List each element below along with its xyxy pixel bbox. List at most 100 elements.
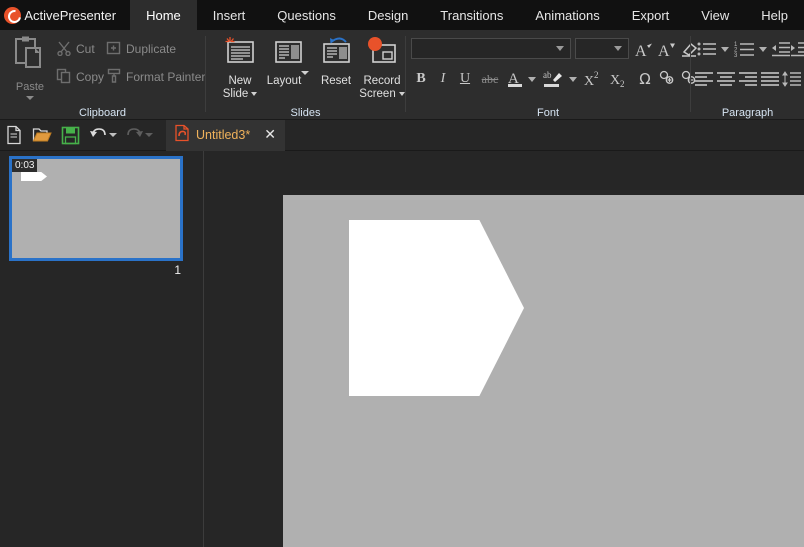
strikethrough-button[interactable]: abc: [477, 68, 503, 90]
slide-thumbnail-1[interactable]: 0:03: [9, 156, 183, 261]
bullet-list-dropdown[interactable]: [718, 38, 732, 60]
undo-button[interactable]: [84, 122, 112, 148]
document-tab-title: Untitled3*: [196, 128, 251, 142]
chevron-down-icon[interactable]: [26, 96, 34, 100]
new-document-button[interactable]: [0, 122, 28, 148]
svg-text:X: X: [610, 73, 620, 88]
open-project-button[interactable]: [28, 122, 56, 148]
save-project-button[interactable]: [56, 122, 84, 148]
ribbon: Paste Cut Duplicate Copy Format Painter …: [0, 30, 804, 120]
svg-text:A: A: [658, 43, 670, 58]
symbol-button[interactable]: Ω: [634, 68, 656, 90]
paste-label: Paste: [15, 81, 45, 93]
font-size-combo[interactable]: [575, 38, 629, 59]
clipboard-icon: [13, 36, 47, 79]
superscript-button[interactable]: X 2: [582, 68, 606, 90]
new-slide-icon: [223, 36, 257, 73]
redo-button: [120, 122, 148, 148]
align-right-button[interactable]: [737, 68, 759, 90]
close-icon[interactable]: ✕: [264, 128, 276, 142]
record-screen-button[interactable]: Record Screen: [358, 36, 406, 101]
tab-questions[interactable]: Questions: [261, 0, 352, 30]
record-screen-label-line1: Record: [363, 75, 401, 87]
ribbon-group-font: A A B I U abc A ab X 2 X 2 Ω Font: [406, 30, 698, 120]
svg-text:3: 3: [734, 53, 738, 58]
tab-insert[interactable]: Insert: [197, 0, 262, 30]
align-left-button[interactable]: [693, 68, 715, 90]
title-bar: ActivePresenter Home Insert Questions De…: [0, 0, 804, 30]
chevron-down-icon[interactable]: [251, 91, 258, 96]
editor-stage: [204, 151, 804, 547]
tab-animations-label: Animations: [535, 7, 600, 23]
justify-button[interactable]: [759, 68, 781, 90]
tab-view[interactable]: View: [685, 0, 745, 30]
record-screen-label-line2: Screen: [359, 88, 396, 100]
copy-button[interactable]: Copy: [56, 66, 104, 88]
duplicate-button[interactable]: Duplicate: [106, 38, 176, 60]
chevron-down-icon: [528, 76, 536, 82]
layout-label: Layout: [266, 75, 302, 87]
decrease-font-size-button[interactable]: A: [656, 38, 678, 60]
new-slide-label-line1: New: [228, 75, 252, 87]
duplicate-icon: [106, 40, 122, 59]
activepresenter-logo-icon: [0, 0, 24, 30]
redo-arrow-icon: [126, 127, 143, 137]
app-name: ActivePresenter: [24, 7, 117, 23]
chevron-down-icon: [569, 76, 577, 82]
font-family-combo[interactable]: [411, 38, 571, 59]
bold-button[interactable]: B: [411, 68, 431, 90]
increase-indent-button[interactable]: [790, 38, 804, 60]
paste-button[interactable]: Paste: [8, 36, 52, 108]
tab-export[interactable]: Export: [616, 0, 686, 30]
numbered-list-dropdown[interactable]: [756, 38, 770, 60]
highlight-color-dropdown[interactable]: [566, 68, 580, 90]
undo-arrow-icon: [89, 127, 106, 137]
font-group-label: Font: [536, 107, 559, 119]
highlight-color-button[interactable]: ab: [541, 68, 565, 90]
chevron-down-icon[interactable]: [556, 46, 564, 51]
chevron-down-icon[interactable]: [301, 71, 310, 87]
tab-transitions-label: Transitions: [440, 7, 504, 23]
chevron-down-icon: [721, 46, 729, 52]
slide-canvas[interactable]: [283, 195, 804, 547]
tab-home-label: Home: [146, 7, 181, 23]
italic-button[interactable]: I: [433, 68, 453, 90]
redo-dropdown-chevron-down-icon: [145, 133, 153, 137]
tab-animations[interactable]: Animations: [519, 0, 615, 30]
svg-text:2: 2: [620, 79, 625, 89]
align-center-button[interactable]: [715, 68, 737, 90]
tab-home[interactable]: Home: [130, 0, 197, 30]
slide-thumbnail-item[interactable]: 0:03 1: [9, 156, 183, 277]
tab-transitions[interactable]: Transitions: [424, 0, 519, 30]
chevron-down-icon: [759, 46, 767, 52]
undo-dropdown-chevron-down-icon[interactable]: [109, 133, 117, 137]
subscript-button[interactable]: X 2: [608, 68, 632, 90]
document-tab[interactable]: Untitled3* ✕: [166, 119, 285, 151]
line-spacing-button[interactable]: [781, 68, 803, 90]
font-color-dropdown[interactable]: [525, 68, 539, 90]
increase-character-spacing-button[interactable]: [656, 68, 678, 90]
underline-button[interactable]: U: [455, 68, 475, 90]
duplicate-label: Duplicate: [126, 42, 177, 56]
tab-help[interactable]: Help: [745, 0, 804, 30]
decrease-indent-button[interactable]: [771, 38, 791, 60]
numbered-list-button[interactable]: 1 2 3: [733, 38, 757, 60]
new-slide-button[interactable]: New Slide: [216, 36, 264, 101]
increase-font-size-button[interactable]: A: [633, 38, 655, 60]
scissors-icon: [56, 40, 72, 59]
tab-view-label: View: [701, 7, 730, 23]
slide-number-label: 1: [174, 263, 181, 277]
format-painter-button[interactable]: Format Painter: [106, 66, 205, 88]
tab-design[interactable]: Design: [352, 0, 424, 30]
reset-slide-button[interactable]: Reset: [312, 36, 360, 88]
cut-button[interactable]: Cut: [56, 38, 95, 60]
tab-help-label: Help: [761, 7, 788, 23]
font-color-button[interactable]: A: [505, 68, 527, 90]
chevron-down-icon[interactable]: [614, 46, 622, 51]
cut-label: Cut: [76, 42, 95, 56]
tab-insert-label: Insert: [212, 7, 246, 23]
chevron-down-icon[interactable]: [398, 91, 405, 96]
pentagon-arrow-shape[interactable]: [349, 220, 524, 396]
layout-button[interactable]: Layout: [264, 36, 312, 88]
bullet-list-button[interactable]: [695, 38, 719, 60]
